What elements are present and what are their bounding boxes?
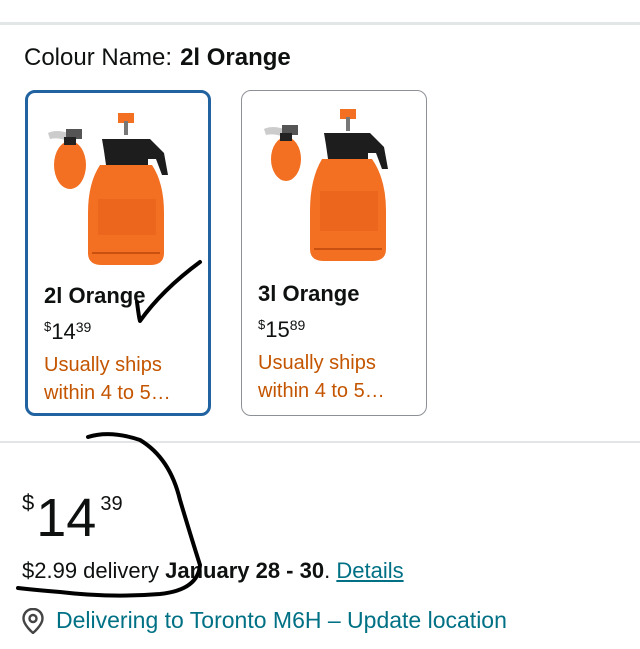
variant-price-cents: 39 [75,319,92,335]
variant-price: $1589 [258,317,305,343]
variant-card-2l-orange[interactable]: 2l Orange $1439 Usually ships within 4 t… [25,90,211,416]
details-link[interactable]: Details [336,558,403,583]
variant-name: 2l Orange [44,283,146,308]
pressure-sprayer-bottle [88,113,168,265]
delivery-location-link[interactable]: Delivering to Toronto M6H – Update locat… [22,607,507,634]
variant-price-dollars: 14 [51,319,76,344]
variant-price-dollars: 15 [265,317,290,342]
colour-name-label: Colour Name: [24,44,173,71]
delivery-date: January 28 - 30 [165,558,325,583]
location-pin-icon [22,607,44,634]
delivery-info: $2.99 delivery January 28 - 30. Details [22,558,404,584]
delivery-fee: $2.99 delivery [22,558,159,583]
price-currency: $ [22,490,35,515]
hand-sprayer-image [264,125,301,181]
variant-shipping-note: Usually ships within 4 to 5… [44,354,171,404]
variant-name: 3l Orange [258,281,360,306]
colour-name-row: Colour Name: 2l Orange [24,44,291,72]
product-image [48,113,168,265]
variant-price: $1439 [44,319,91,345]
price-dollars: 14 [36,488,97,548]
delivery-separator: . [324,558,331,583]
pressure-sprayer-bottle [310,109,388,261]
colour-name-value: 2l Orange [180,44,291,71]
location-text: Delivering to Toronto M6H – Update locat… [56,607,507,633]
variant-shipping-note: Usually ships within 4 to 5… [258,352,385,402]
product-image [264,109,388,261]
product-price: $14 39 [22,476,123,545]
section-divider [0,441,640,443]
price-cents: 39 [100,493,123,515]
variant-price-cents: 89 [289,317,306,333]
variant-card-3l-orange[interactable]: 3l Orange $1589 Usually ships within 4 t… [241,90,427,416]
hand-sprayer-image [48,129,86,189]
top-divider [0,22,640,25]
